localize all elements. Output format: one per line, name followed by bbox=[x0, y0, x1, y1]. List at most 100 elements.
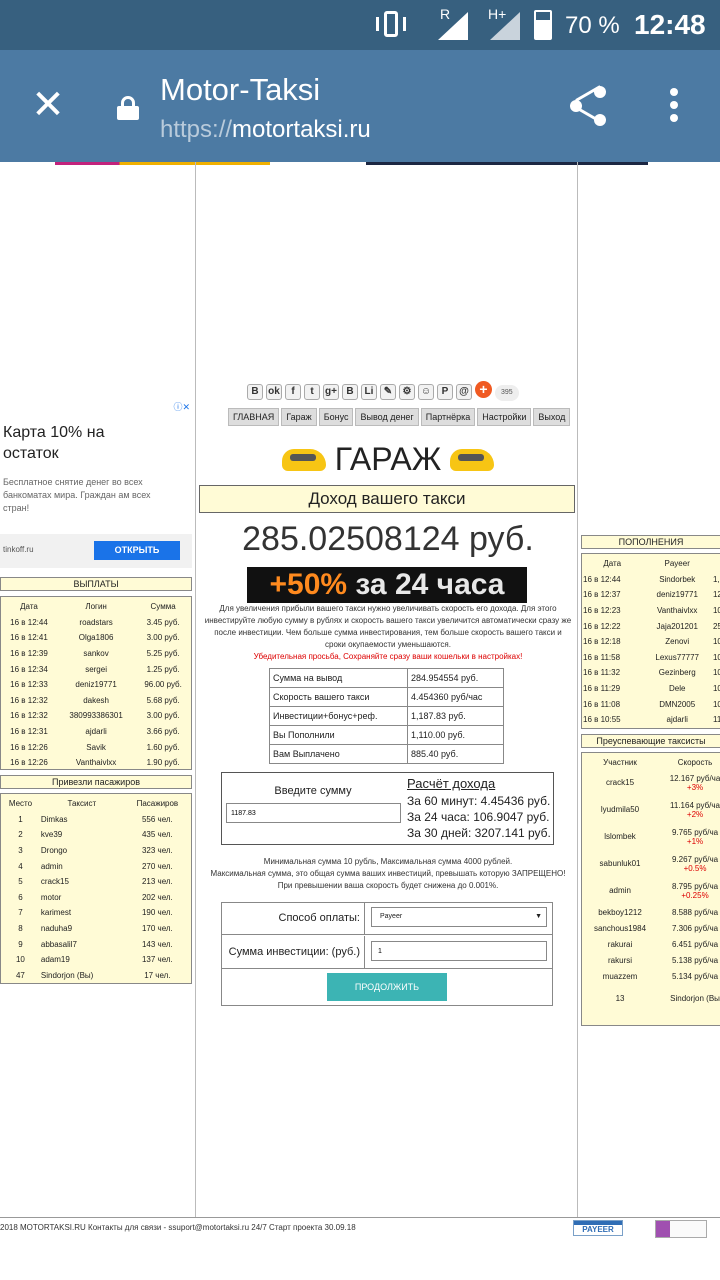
passengers-title: Привезли пасажиров bbox=[0, 775, 192, 789]
table-row: lyudmila50 11.164 руб/ча +2% bbox=[582, 796, 720, 823]
ad-block[interactable]: ⓘ✕ Карта 10% на остаток Бесплатное сняти… bbox=[0, 400, 192, 570]
payment-method-select[interactable]: Payeer ▼ bbox=[371, 907, 547, 927]
table-cell: 16 в 11:08 bbox=[583, 699, 621, 709]
ad-domain: tinkoff.ru bbox=[3, 545, 34, 554]
leader-name: rakurai bbox=[607, 939, 633, 949]
close-icon[interactable]: ✕ bbox=[30, 85, 66, 125]
leader-name: sanchous1984 bbox=[593, 923, 647, 933]
more-share-icon[interactable]: + bbox=[475, 381, 492, 398]
taxi-car-icon bbox=[282, 448, 327, 471]
nav-item-2[interactable]: Бонус bbox=[318, 408, 354, 426]
table-cell: 3.00 руб. bbox=[146, 711, 180, 721]
table-cell: Sindorbek bbox=[659, 574, 696, 584]
table-row: muazzem 5.134 руб/ча bbox=[582, 968, 720, 984]
deposits-table: ДатаPayeer16 в 12:44Sindorbek1,116 в 12:… bbox=[581, 553, 720, 729]
table-cell: Zenovi bbox=[665, 637, 690, 647]
nav-item-3[interactable]: Вывод денег bbox=[355, 408, 419, 426]
pinterest-icon[interactable]: P bbox=[437, 384, 453, 400]
ad-open-button[interactable]: ОТКРЫТЬ bbox=[94, 541, 180, 560]
table-header: Место Таксист Пасажиров bbox=[1, 796, 191, 812]
status-bar: R H+ 70 % 12:48 bbox=[0, 0, 720, 50]
url-scheme: https:// bbox=[160, 116, 233, 143]
liveinternet-icon[interactable]: Li bbox=[361, 384, 377, 400]
table-row: lslombek 9.765 руб/ча +1% bbox=[582, 823, 720, 850]
table-row: 16 в 12:31 ajdarli 3.66 руб. bbox=[1, 724, 191, 740]
payment-method-value: Payeer bbox=[380, 913, 403, 920]
leader-delta: +0.5% bbox=[683, 863, 707, 873]
table-cell: 1.60 руб. bbox=[146, 742, 180, 752]
nav-item-5[interactable]: Настройки bbox=[477, 408, 532, 426]
table-cell: 10 bbox=[712, 699, 720, 709]
table-cell: motor bbox=[40, 892, 62, 902]
ad-info-icon[interactable]: ⓘ✕ bbox=[173, 400, 190, 413]
social-share-bar: Bok f t g+ B Li ✎ ⚙ ☺ P @ +395 bbox=[247, 381, 537, 401]
table-row: 16 в 11:32 Gezinberg 10 bbox=[582, 665, 720, 681]
table-cell: 10 bbox=[712, 637, 720, 647]
stats-value: 885.40 руб. bbox=[407, 744, 504, 764]
table-cell: 5.25 руб. bbox=[146, 649, 180, 659]
table-cell: 137 чел. bbox=[141, 955, 173, 965]
table-row: rakurai 6.451 руб/ча bbox=[582, 936, 720, 952]
settings-icon[interactable]: ⚙ bbox=[399, 384, 415, 400]
nav-item-0[interactable]: ГЛАВНАЯ bbox=[228, 408, 280, 426]
browser-toolbar: ✕ Motor-Taksi https://motortaksi.ru bbox=[0, 50, 720, 162]
edit-icon[interactable]: ✎ bbox=[380, 384, 396, 400]
twitter-icon[interactable]: t bbox=[304, 384, 320, 400]
table-cell: deniz19771 bbox=[75, 680, 117, 690]
facebook-icon[interactable]: f bbox=[285, 384, 301, 400]
table-header: Дата Payeer bbox=[582, 556, 720, 572]
header-cell bbox=[712, 556, 720, 572]
investment-amount-input[interactable] bbox=[371, 941, 547, 961]
promo-banner: +50% за 24 часа bbox=[247, 567, 527, 603]
calc-amount-input[interactable] bbox=[226, 803, 401, 823]
leader-speed-cell: 11.164 руб/ча +2% bbox=[658, 796, 720, 823]
nav-item-4[interactable]: Партнёрка bbox=[420, 408, 476, 426]
table-cell: ajdarli bbox=[666, 715, 688, 725]
nav-item-1[interactable]: Гараж bbox=[281, 408, 317, 426]
calc-prompt: Введите сумму bbox=[274, 785, 352, 797]
table-cell: 47 bbox=[15, 970, 25, 980]
table-header: Участник Скорость bbox=[582, 755, 720, 769]
payeer-logo: PAYEER bbox=[573, 1220, 623, 1236]
share-icon[interactable] bbox=[568, 85, 608, 126]
url[interactable]: https://motortaksi.ru bbox=[160, 116, 371, 144]
table-cell: 16 в 12:44 bbox=[10, 617, 48, 627]
table-cell: Dele bbox=[668, 684, 686, 694]
more-menu-icon[interactable] bbox=[668, 88, 680, 126]
table-cell: 16 в 12:23 bbox=[583, 606, 621, 616]
table-row: 16 в 12:34 sergei 1.25 руб. bbox=[1, 661, 191, 677]
email-icon[interactable]: @ bbox=[456, 384, 472, 400]
battery-percent: 70 % bbox=[565, 12, 620, 39]
table-cell: 16 в 12:34 bbox=[10, 664, 48, 674]
blogger-icon[interactable]: B bbox=[342, 384, 358, 400]
table-cell: 5 bbox=[18, 877, 23, 887]
header-cell: Дата bbox=[20, 602, 38, 612]
bookmark-icon[interactable]: B bbox=[247, 384, 263, 400]
odnoklassniki-alt-icon[interactable]: ☺ bbox=[418, 384, 434, 400]
description: Для увеличения прибыли вашего такси нужн… bbox=[204, 604, 572, 649]
nav-item-6[interactable]: Выход bbox=[533, 408, 571, 426]
stats-row: Сумма на вывод 284.954554 руб. bbox=[269, 668, 504, 688]
table-cell: 4 bbox=[18, 861, 23, 871]
table-row: 7 karimest 190 чел. bbox=[1, 905, 191, 921]
footer-divider bbox=[0, 1217, 720, 1218]
table-cell: 213 чел. bbox=[141, 877, 173, 887]
leader-name: crack15 bbox=[606, 778, 635, 787]
continue-button[interactable]: ПРОДОЛЖИТЬ bbox=[327, 973, 447, 1001]
table-row: 16 в 10:55 ajdarli 11 bbox=[582, 712, 720, 728]
header-cell: Логин bbox=[85, 602, 107, 612]
google-plus-icon[interactable]: g+ bbox=[323, 384, 339, 400]
url-host: motortaksi.ru bbox=[232, 116, 371, 143]
stats-value: 1,187.83 руб. bbox=[407, 706, 504, 726]
top-banner-strip bbox=[55, 162, 270, 165]
table-cell: 323 чел. bbox=[141, 846, 173, 856]
table-cell: 17 чел. bbox=[144, 970, 171, 980]
table-row: 16 в 12:26 Vanthaivlxx 1.90 руб. bbox=[1, 755, 191, 771]
ad-footer: tinkoff.ru ОТКРЫТЬ bbox=[0, 534, 192, 568]
leader-speed: 5.134 руб/ча bbox=[671, 971, 719, 981]
main-nav: ГЛАВНАЯ Гараж Бонус Вывод денег Партнёрка Нас… bbox=[228, 407, 571, 426]
leader-speed: 11.164 руб/ча bbox=[670, 800, 720, 810]
odnoklassniki-icon[interactable]: ok bbox=[266, 384, 282, 400]
table-row: 16 в 12:39 sankov 5.25 руб. bbox=[1, 646, 191, 662]
table-cell: 7 bbox=[18, 908, 23, 918]
